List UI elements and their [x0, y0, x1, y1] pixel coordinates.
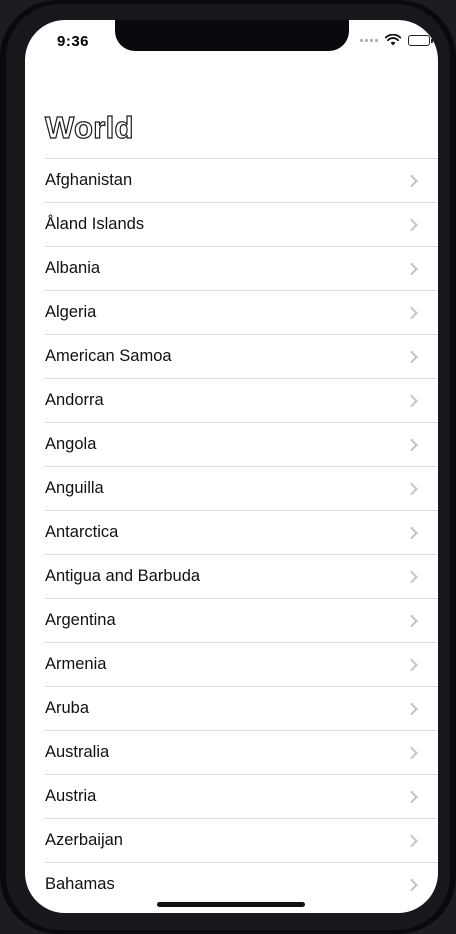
country-label: Aruba	[45, 699, 90, 717]
chevron-right-icon	[405, 614, 418, 627]
list-item[interactable]: Argentina	[45, 598, 438, 642]
country-label: Albania	[45, 259, 101, 277]
chevron-right-icon	[405, 790, 418, 803]
list-item[interactable]: Algeria	[45, 290, 438, 334]
chevron-right-icon	[405, 394, 418, 407]
cellular-signal-icon	[360, 38, 378, 42]
list-item[interactable]: Armenia	[45, 642, 438, 686]
country-label: Armenia	[45, 655, 107, 673]
chevron-right-icon	[405, 658, 418, 671]
chevron-right-icon	[405, 262, 418, 275]
country-label: Australia	[45, 743, 110, 761]
list-item[interactable]: Angola	[45, 422, 438, 466]
country-label: American Samoa	[45, 347, 172, 365]
list-item[interactable]: Anguilla	[45, 466, 438, 510]
chevron-right-icon	[405, 834, 418, 847]
country-label: Antigua and Barbuda	[45, 567, 201, 585]
list-item[interactable]: Antigua and Barbuda	[45, 554, 438, 598]
status-icons	[360, 34, 433, 46]
chevron-right-icon	[405, 306, 418, 319]
chevron-right-icon	[405, 218, 418, 231]
chevron-right-icon	[405, 702, 418, 715]
chevron-right-icon	[405, 746, 418, 759]
chevron-right-icon	[405, 526, 418, 539]
country-label: Andorra	[45, 391, 104, 409]
country-label: Åland Islands	[45, 215, 145, 233]
chevron-right-icon	[405, 174, 418, 187]
country-label: Antarctica	[45, 523, 119, 541]
list-item[interactable]: American Samoa	[45, 334, 438, 378]
status-time: 9:36	[57, 33, 90, 50]
page-title: World	[44, 109, 134, 145]
country-label: Algeria	[45, 303, 97, 321]
country-label: Argentina	[45, 611, 116, 629]
notch	[115, 20, 349, 51]
list-item[interactable]: Australia	[45, 730, 438, 774]
country-label: Angola	[45, 435, 97, 453]
list-item[interactable]: Antarctica	[45, 510, 438, 554]
list-item[interactable]: Åland Islands	[45, 202, 438, 246]
list-item[interactable]: Andorra	[45, 378, 438, 422]
device-frame: 9:36 World Afghanistan Åland Islands Alban…	[0, 0, 456, 934]
country-label: Azerbaijan	[45, 831, 123, 849]
chevron-right-icon	[405, 350, 418, 363]
list-item[interactable]: Afghanistan	[45, 158, 438, 202]
country-label: Anguilla	[45, 479, 104, 497]
list-item[interactable]: Aruba	[45, 686, 438, 730]
chevron-right-icon	[405, 570, 418, 583]
country-label: Austria	[45, 787, 97, 805]
home-indicator[interactable]	[157, 902, 305, 907]
country-label: Bahamas	[45, 875, 115, 893]
screen: 9:36 World Afghanistan Åland Islands Alban…	[25, 20, 438, 913]
chevron-right-icon	[405, 438, 418, 451]
chevron-right-icon	[405, 482, 418, 495]
chevron-right-icon	[405, 878, 418, 891]
country-label: Afghanistan	[45, 171, 133, 189]
list-item[interactable]: Azerbaijan	[45, 818, 438, 862]
battery-icon	[408, 34, 433, 46]
list-item[interactable]: Albania	[45, 246, 438, 290]
list-item[interactable]: Bahamas	[45, 862, 438, 906]
country-list: Afghanistan Åland Islands Albania Algeria Am…	[45, 158, 438, 906]
list-item[interactable]: Austria	[45, 774, 438, 818]
wifi-icon	[385, 34, 401, 46]
